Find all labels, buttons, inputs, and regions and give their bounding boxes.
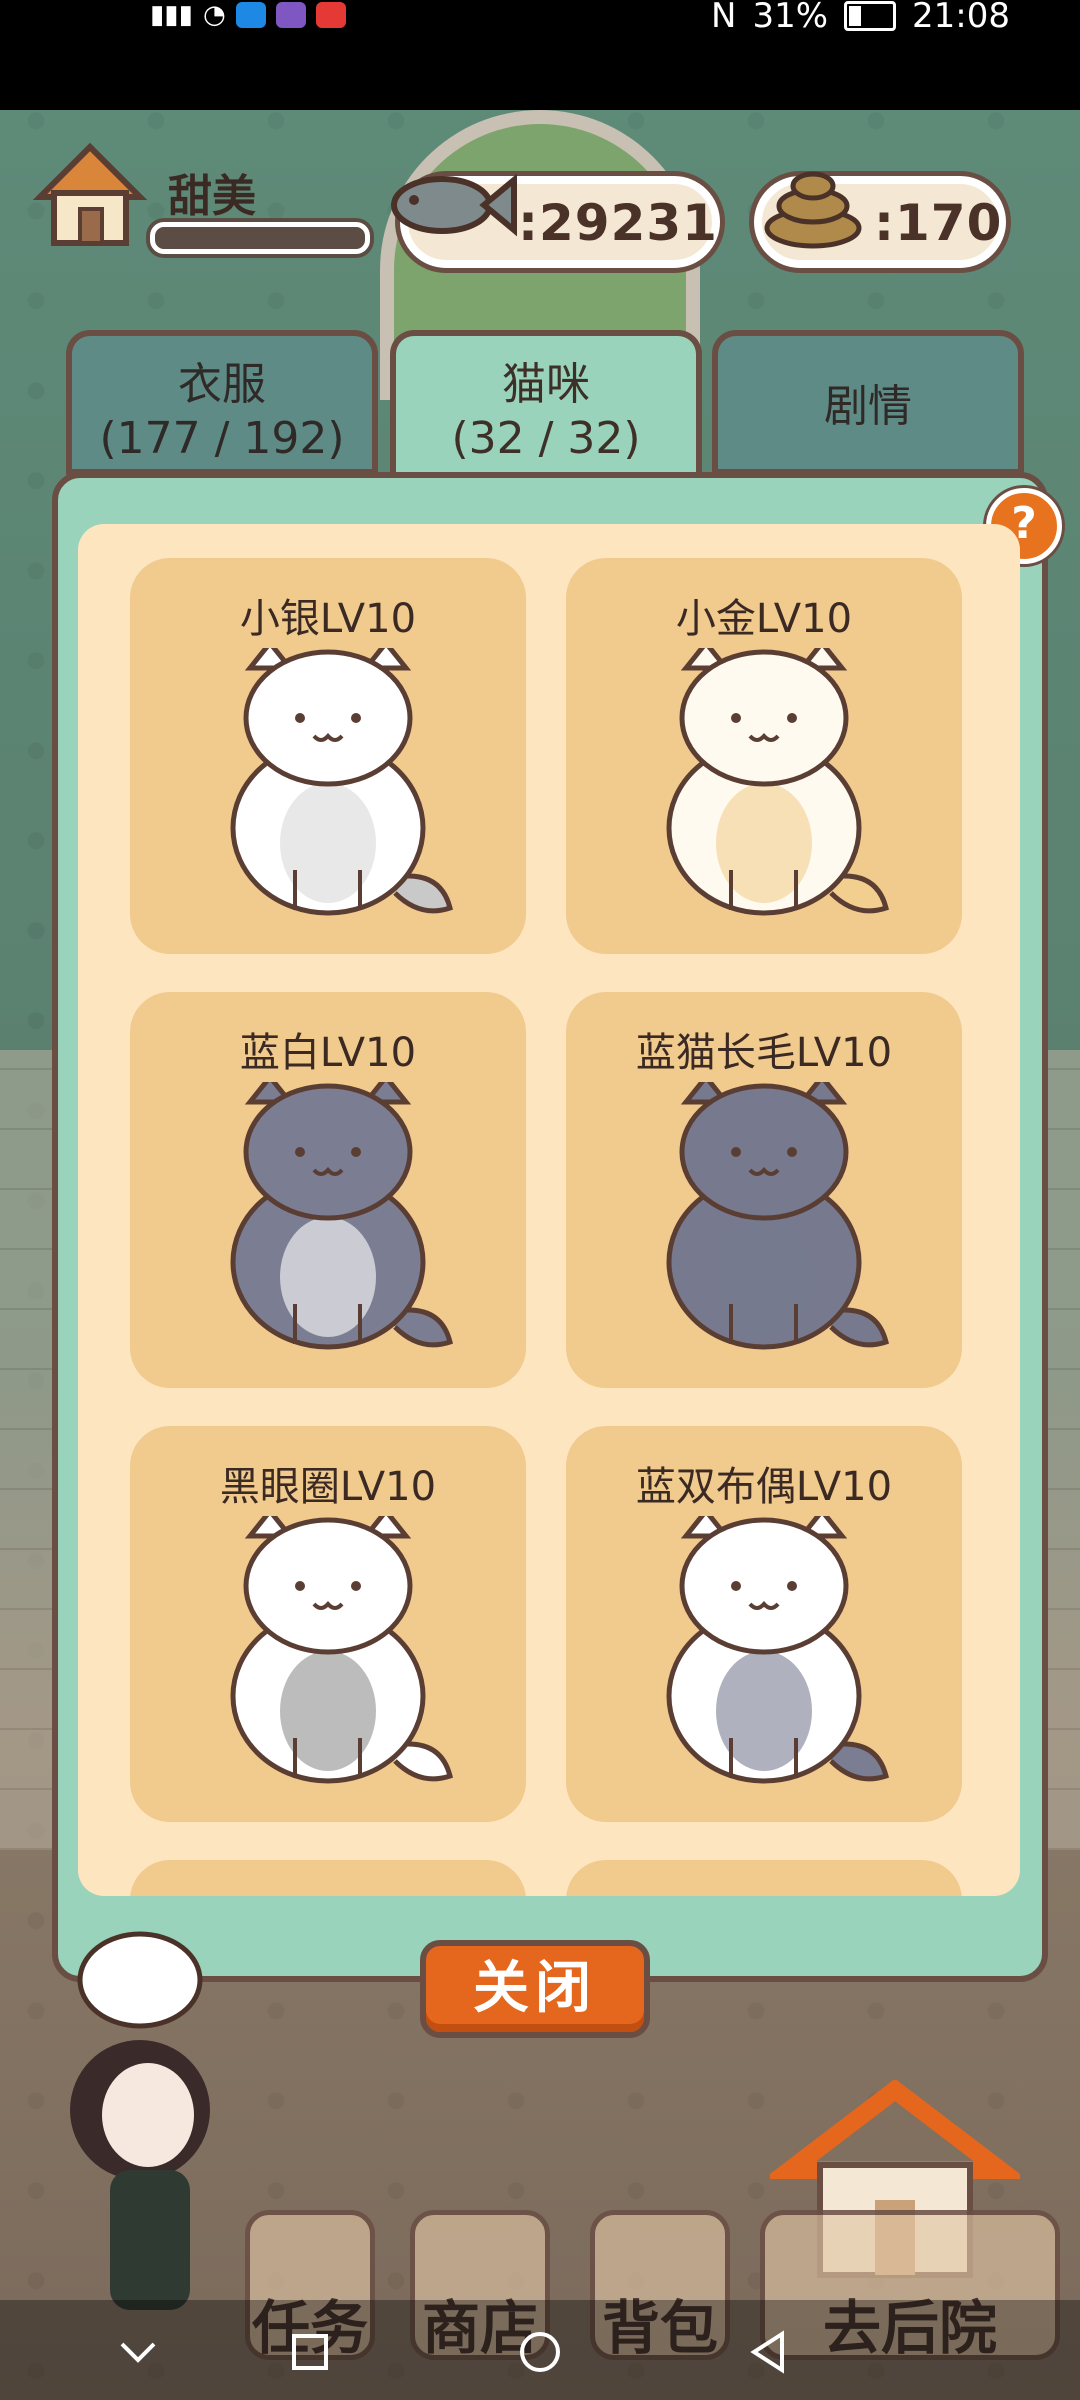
cat-name: 黑眼圈LV10 [219,1464,437,1510]
tab-label: 衣服 [178,359,266,410]
cat-image [666,1516,889,1784]
cat-card[interactable]: 黑眼圈LV10 [130,1426,526,1822]
cat-card-partial[interactable] [130,1860,526,1896]
poop-icon [764,171,862,249]
back-icon[interactable] [740,2322,800,2382]
cat-image [666,648,889,916]
home-nav-icon[interactable] [510,2322,570,2382]
tab-story[interactable]: 剧情 [712,330,1024,475]
wifi-icon: ◔ [202,0,226,30]
cat-grid[interactable]: 小银LV10 小金LV10 蓝白LV10 蓝猫长毛LV10 黑眼圈LV10 蓝双… [78,524,1020,1896]
cat-card[interactable]: 小金LV10 [566,558,962,954]
cat-card[interactable]: 蓝双布偶LV10 [566,1426,962,1822]
battery-percent: 31% [752,0,829,36]
tab-label: 剧情 [824,381,912,432]
poop-count: :170 [874,194,1003,252]
cat-name: 小银LV10 [239,596,417,642]
fish-icon [391,173,517,237]
tab-label: 猫咪 [502,359,590,410]
close-button[interactable]: 关闭 [420,1940,650,2038]
cat-name: 蓝白LV10 [239,1030,417,1076]
status-icons-left: ▮▮▮ ◔ [150,0,346,30]
tab-count: (32 / 32) [451,413,641,464]
tab-cats[interactable]: 猫咪 (32 / 32) [390,330,702,485]
cat-card[interactable]: 蓝白LV10 [130,992,526,1388]
tab-count: (177 / 192) [99,413,345,464]
app-notification-icon [235,2,266,28]
cat-card[interactable]: 蓝猫长毛LV10 [566,992,962,1388]
tab-clothes[interactable]: 衣服 (177 / 192) [66,330,378,475]
player-character [70,1931,210,2310]
cat-image [230,1516,453,1784]
navigation-bar [0,2300,1080,2400]
collapse-icon[interactable] [108,2322,168,2382]
recents-icon[interactable] [280,2322,340,2382]
status-bar: ▮▮▮ ◔ N 31% 21:08 [0,0,1080,110]
music-notification-icon [275,2,306,28]
home-icon[interactable] [30,135,150,255]
cat-name: 蓝猫长毛LV10 [635,1030,893,1076]
battery-icon [844,1,897,31]
status-icons-right: N 31% 21:08 [711,0,1010,36]
cat-name: 蓝双布偶LV10 [635,1464,893,1510]
fish-count: :29231 [518,194,718,252]
cat-card[interactable]: 小银LV10 [130,558,526,954]
player-name: 甜美 [168,171,256,222]
clock: 21:08 [912,0,1010,36]
app-notification-icon [315,2,346,28]
experience-bar [150,222,370,254]
cat-image [230,648,453,916]
cat-name: 小金LV10 [675,596,853,642]
cat-image [230,1082,453,1350]
signal-icon: ▮▮▮ [150,0,193,30]
cat-image [666,1082,889,1350]
cat-card-partial[interactable] [566,1860,962,1896]
nfc-icon: N [711,0,737,36]
